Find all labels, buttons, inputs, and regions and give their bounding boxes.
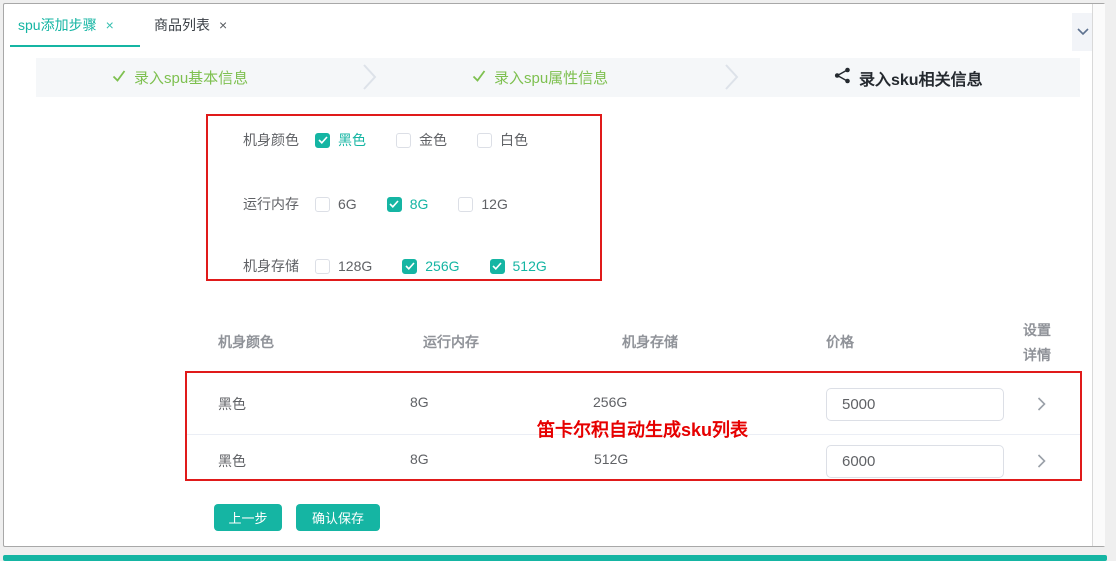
table-header-detail-line2: 详情 [1023,347,1051,363]
checkbox-group: 128G 256G 512G [315,258,547,274]
checkbox-label: 白色 [500,132,528,148]
active-tab-underline [10,45,140,47]
sale-attr-highlight-box: 机身颜色 黑色 金色 白色 运行内存 6G 8G 12G 机身存储 128G 2… [206,114,602,281]
table-row-1-ram: 8G [410,394,429,410]
checkbox-option-128g[interactable]: 128G [315,258,372,274]
close-icon[interactable]: × [219,17,227,33]
checkbox[interactable] [315,258,330,274]
checkbox-label: 黑色 [338,132,366,148]
checkbox-option-256g[interactable]: 256G [402,258,460,274]
step-separator-icon [724,63,740,96]
confirm-save-button[interactable]: 确认保存 [296,504,380,531]
checkbox-option-gold[interactable]: 金色 [396,130,447,150]
close-icon[interactable]: × [106,17,114,33]
checkbox-option-512g[interactable]: 512G [489,258,547,274]
chevron-down-icon [1077,23,1089,41]
checkbox-option-6g[interactable]: 6G [315,196,357,212]
check-icon [492,262,502,270]
steps-bar: 录入spu基本信息 录入spu属性信息 录入sku相关信息 [36,58,1080,97]
attr-group-label: 机身颜色 [243,132,299,148]
table-header-price: 价格 [826,334,854,350]
attr-group-storage: 机身存储 128G 256G 512G [243,256,547,276]
step-label: 录入spu属性信息 [494,70,609,87]
share-icon [834,67,851,89]
attr-group-label: 机身存储 [243,258,299,274]
step-spu-basic-info: 录入spu基本信息 [112,58,248,97]
step-sku-info: 录入sku相关信息 [834,58,983,97]
table-header-detail: 设置 详情 [1023,318,1051,368]
step-separator-icon [362,63,378,96]
table-header-color: 机身颜色 [218,334,274,350]
checkbox-group: 6G 8G 12G [315,196,508,212]
table-row-2-storage: 512G [594,451,629,467]
table-row-2-color: 黑色 [218,453,246,469]
tab-product-list[interactable]: 商品列表 × [154,4,227,46]
checkbox-option-black[interactable]: 黑色 [315,130,366,150]
bottom-accent-bar [3,555,1107,561]
table-row-1-storage: 256G [593,394,628,410]
scrollbar-gutter[interactable] [1092,4,1105,546]
checkbox-label: 12G [481,196,508,212]
table-row-2-ram: 8G [410,451,429,467]
checkbox-label: 512G [512,258,547,274]
check-icon [317,136,328,144]
table-header-storage: 机身存储 [622,334,678,350]
check-icon [389,200,399,208]
attr-group-label: 运行内存 [243,196,299,212]
chevron-right-icon [1037,453,1046,468]
tabs-dropdown-button[interactable] [1072,13,1094,51]
row-2-detail-arrow-button[interactable] [1032,453,1050,471]
checkbox[interactable] [386,196,402,212]
prev-step-button[interactable]: 上一步 [214,504,282,531]
price-input-row-2[interactable] [826,445,1004,478]
checkbox[interactable] [315,132,330,148]
checkbox[interactable] [458,196,474,212]
checkbox-group: 黑色 金色 白色 [315,130,528,150]
table-header-detail-line1: 设置 [1023,322,1051,338]
tab-spu-add-steps[interactable]: spu添加步骤 × [18,4,114,46]
checkbox[interactable] [315,196,330,212]
checkbox-option-8g[interactable]: 8G [386,196,429,212]
attr-group-ram: 运行内存 6G 8G 12G [243,194,508,214]
app-window: spu添加步骤 × 商品列表 × 录入spu基本信息 录入spu属性信息 录入s… [3,3,1105,547]
step-label: 录入sku相关信息 [859,71,983,89]
checkbox-option-white[interactable]: 白色 [477,130,528,150]
checkbox[interactable] [489,258,505,274]
checkbox-label: 128G [338,258,373,274]
row-1-detail-arrow-button[interactable] [1032,396,1050,414]
price-input-row-1[interactable] [826,388,1004,421]
sku-annotation-text: 笛卡尔积自动生成sku列表 [537,420,749,440]
check-icon [112,69,126,86]
attr-group-body-color: 机身颜色 黑色 金色 白色 [243,130,528,150]
checkbox[interactable] [477,132,492,148]
step-label: 录入spu基本信息 [134,70,249,87]
checkbox-option-12g[interactable]: 12G [458,196,508,212]
checkbox[interactable] [402,258,418,274]
tab-label: 商品列表 [154,17,210,33]
check-icon [405,262,415,270]
checkbox-label: 256G [425,258,460,274]
table-header-ram: 运行内存 [423,334,479,350]
checkbox-label: 6G [338,196,357,212]
table-row-1-color: 黑色 [218,396,246,412]
checkbox-label: 8G [409,196,429,212]
check-icon [472,69,486,86]
checkbox-label: 金色 [419,132,447,148]
step-spu-attr-info: 录入spu属性信息 [472,58,608,97]
chevron-right-icon [1037,396,1046,411]
checkbox[interactable] [396,132,411,148]
tab-label: spu添加步骤 [18,17,97,33]
